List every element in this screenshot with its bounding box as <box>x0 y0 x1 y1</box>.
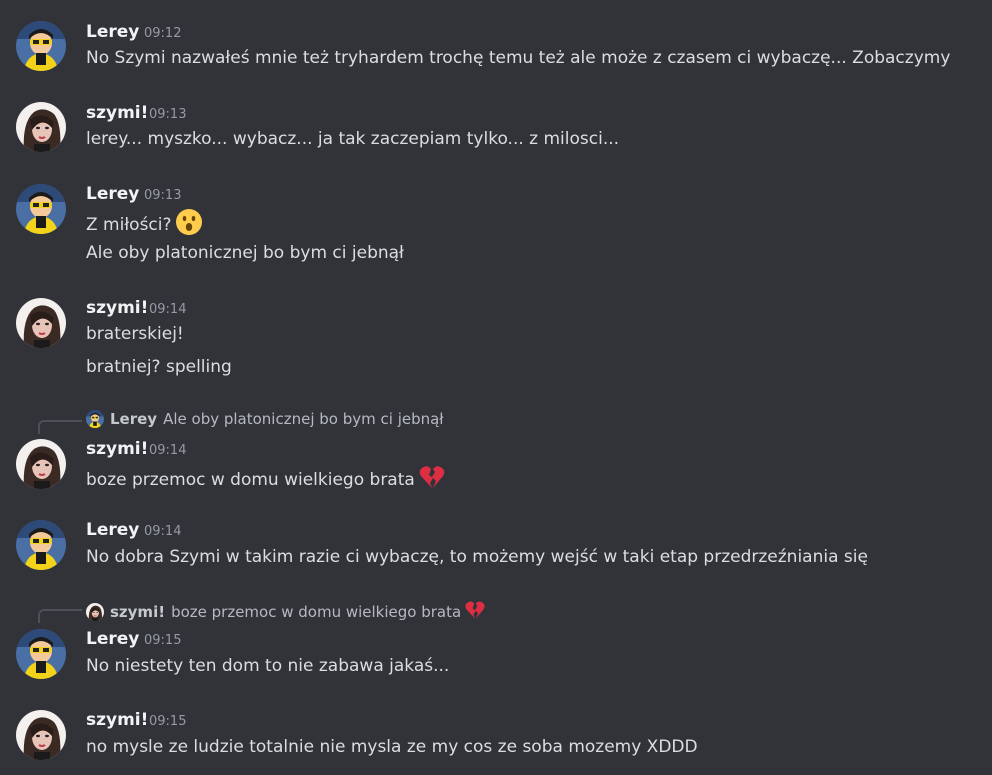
lerey-avatar[interactable] <box>16 21 66 71</box>
message-text: No niestety ten dom to nie zabawa jakaś.… <box>86 656 450 676</box>
broken-heart-emoji[interactable] <box>418 463 446 496</box>
timestamp: 09:12 <box>144 26 182 41</box>
reply-preview[interactable]: Lerey Ale oby platonicznej bo bym ci jeb… <box>86 410 444 428</box>
timestamp: 09:15 <box>149 714 187 729</box>
szymi-avatar <box>86 603 104 621</box>
author-name[interactable]: Lerey <box>86 629 139 649</box>
reply-connector <box>38 609 82 623</box>
broken-heart-emoji <box>464 599 486 625</box>
message-text: Ale oby platonicznej bo bym ci jebnął <box>86 243 404 263</box>
szymi-avatar[interactable] <box>16 102 66 152</box>
lerey-avatar[interactable] <box>16 629 66 679</box>
surprised-face-emoji[interactable] <box>175 208 203 241</box>
author-name[interactable]: Lerey <box>86 22 139 42</box>
author-name[interactable]: szymi! <box>86 103 148 123</box>
author-name[interactable]: Lerey <box>86 520 139 540</box>
author-name[interactable]: szymi! <box>86 439 148 459</box>
timestamp: 09:14 <box>149 302 187 317</box>
message-text: bratniej? spelling <box>86 357 232 377</box>
reply-author[interactable]: Lerey <box>110 410 157 428</box>
message-text: boze przemoc w domu wielkiego brata <box>86 463 446 496</box>
timestamp: 09:15 <box>144 633 182 648</box>
timestamp: 09:14 <box>144 524 182 539</box>
szymi-avatar[interactable] <box>16 298 66 348</box>
message-text: Z miłości? <box>86 208 203 241</box>
szymi-avatar[interactable] <box>16 439 66 489</box>
author-name[interactable]: Lerey <box>86 184 139 204</box>
reply-connector <box>38 420 82 434</box>
reply-author[interactable]: szymi! <box>110 603 165 621</box>
reply-text: boze przemoc w domu wielkiego brata <box>171 603 462 621</box>
message-text: no mysle ze ludzie totalnie nie mysla ze… <box>86 737 698 757</box>
message-text: No Szymi nazwałeś mnie też tryhardem tro… <box>86 48 951 68</box>
author-name[interactable]: szymi! <box>86 710 148 730</box>
message-text: braterskiej! <box>86 324 184 344</box>
message-text: No dobra Szymi w takim razie ci wybaczę,… <box>86 547 868 567</box>
timestamp: 09:13 <box>149 107 187 122</box>
szymi-avatar[interactable] <box>16 710 66 760</box>
timestamp: 09:13 <box>144 188 182 203</box>
lerey-avatar <box>86 410 104 428</box>
timestamp: 09:14 <box>149 443 187 458</box>
lerey-avatar[interactable] <box>16 520 66 570</box>
message-text: lerey... myszko... wybacz... ja tak zacz… <box>86 129 620 149</box>
lerey-avatar[interactable] <box>16 184 66 234</box>
author-name[interactable]: szymi! <box>86 298 148 318</box>
reply-text: Ale oby platonicznej bo bym ci jebnął <box>163 410 444 428</box>
reply-preview[interactable]: szymi! boze przemoc w domu wielkiego bra… <box>86 599 486 625</box>
